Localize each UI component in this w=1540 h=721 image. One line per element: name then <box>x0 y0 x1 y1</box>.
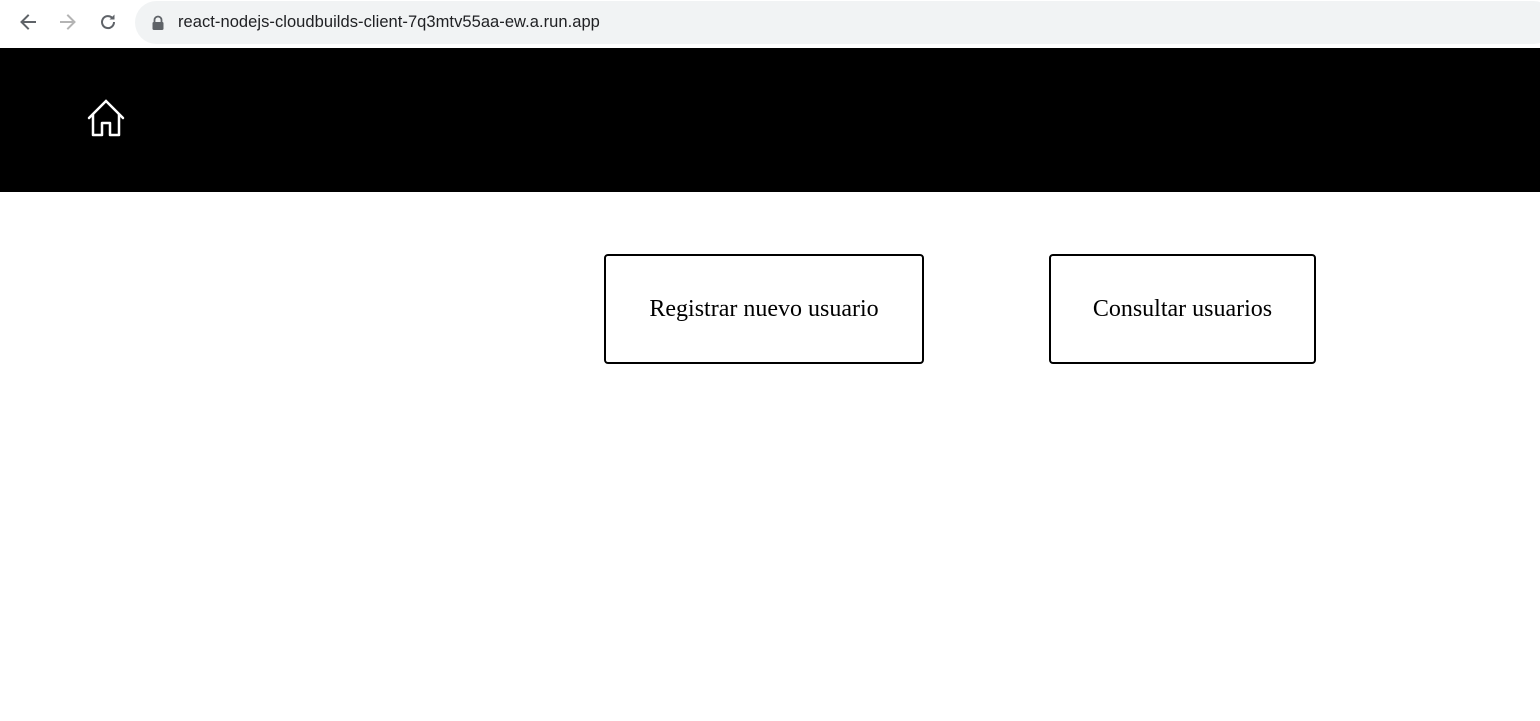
address-bar[interactable]: react-nodejs-cloudbuilds-client-7q3mtv55… <box>135 1 1540 44</box>
reload-button[interactable] <box>92 8 124 36</box>
reload-icon <box>101 14 116 30</box>
home-icon <box>87 99 125 137</box>
url-text: react-nodejs-cloudbuilds-client-7q3mtv55… <box>178 13 600 31</box>
back-button[interactable] <box>12 8 44 36</box>
consult-users-button[interactable]: Consultar usuarios <box>1049 254 1316 364</box>
arrow-right-icon <box>60 14 76 30</box>
browser-toolbar: react-nodejs-cloudbuilds-client-7q3mtv55… <box>0 0 1540 48</box>
home-link[interactable] <box>86 98 126 138</box>
arrow-left-icon <box>20 14 36 30</box>
app-header <box>0 48 1540 192</box>
forward-button[interactable] <box>52 8 84 36</box>
lock-icon <box>152 15 164 30</box>
register-user-button[interactable]: Registrar nuevo usuario <box>604 254 924 364</box>
